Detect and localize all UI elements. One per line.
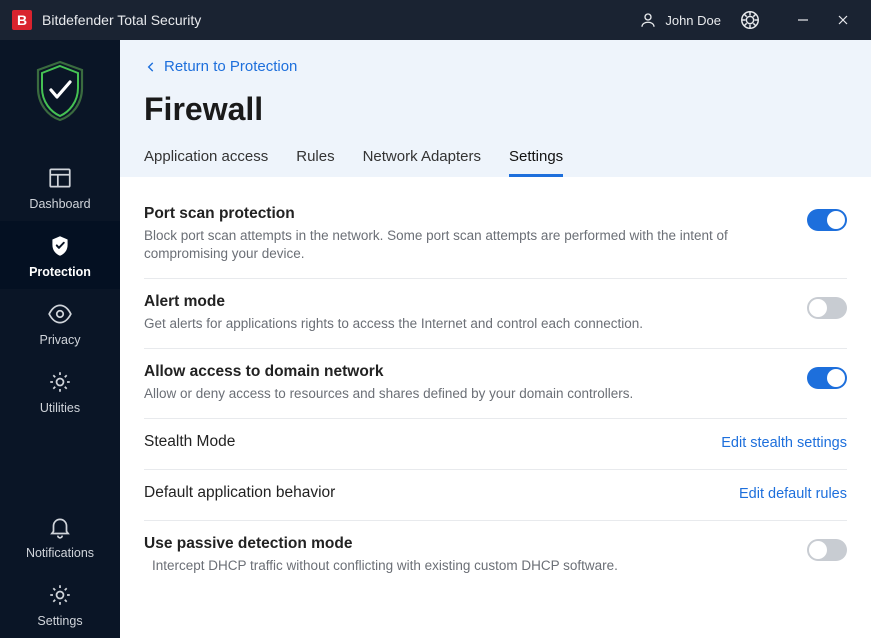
setting-row: Stealth Mode Edit stealth settings [144,419,847,470]
tab-settings[interactable]: Settings [509,142,563,177]
window-controls [783,0,863,40]
support-icon[interactable] [739,9,761,31]
setting-title: Use passive detection mode [144,535,787,553]
brand-shield-icon [32,58,88,129]
protection-icon [47,233,73,259]
sidebar-item-label: Protection [29,265,91,279]
action-link[interactable]: Edit default rules [739,486,847,502]
setting-row: Alert mode Get alerts for applications ri… [144,279,847,349]
setting-title: Allow access to domain network [144,363,787,381]
sidebar-item-label: Settings [37,614,82,628]
sidebar-item-utilities[interactable]: Utilities [0,357,120,425]
sidebar-item-protection[interactable]: Protection [0,221,120,289]
tab-application-access[interactable]: Application access [144,142,268,177]
app-title: Bitdefender Total Security [42,12,201,28]
toggle-switch[interactable] [807,539,847,561]
sidebar-item-label: Notifications [26,546,94,560]
user-name: John Doe [665,13,721,28]
setting-title: Stealth Mode [144,433,701,451]
setting-title: Default application behavior [144,484,719,502]
back-link-label: Return to Protection [164,58,297,75]
setting-row: Allow access to domain network Allow or d… [144,349,847,419]
setting-description: Intercept DHCP traffic without conflicti… [144,557,787,576]
tab-network-adapters[interactable]: Network Adapters [363,142,481,177]
main-content: Return to Protection Firewall Applicatio… [120,40,871,638]
content-header: Return to Protection Firewall Applicatio… [120,40,871,177]
bell-icon [47,514,73,540]
setting-row: Default application behavior Edit default… [144,470,847,521]
app-logo: B [12,10,32,30]
page-title: Firewall [144,91,847,128]
setting-title: Alert mode [144,293,787,311]
sidebar-item-label: Utilities [40,401,80,415]
sidebar: Dashboard Protection Privacy Utilities N… [0,40,120,638]
setting-description: Allow or deny access to resources and sh… [144,385,787,404]
sidebar-item-label: Privacy [40,333,81,347]
tab-rules[interactable]: Rules [296,142,334,177]
tabs: Application access Rules Network Adapter… [144,142,847,177]
dashboard-icon [47,165,73,191]
setting-description: Get alerts for applications rights to ac… [144,315,787,334]
sidebar-item-label: Dashboard [29,197,90,211]
user-account[interactable]: John Doe [639,11,721,29]
setting-row: Port scan protection Block port scan atte… [144,191,847,280]
setting-description: Block port scan attempts in the network.… [144,227,787,265]
utilities-icon [47,369,73,395]
gear-icon [47,582,73,608]
minimize-button[interactable] [783,0,823,40]
titlebar: B Bitdefender Total Security John Doe [0,0,871,40]
toggle-switch[interactable] [807,209,847,231]
toggle-switch[interactable] [807,297,847,319]
toggle-switch[interactable] [807,367,847,389]
chevron-left-icon [144,60,158,74]
action-link[interactable]: Edit stealth settings [721,435,847,451]
privacy-icon [47,301,73,327]
setting-title: Port scan protection [144,205,787,223]
user-icon [639,11,657,29]
sidebar-item-settings[interactable]: Settings [0,570,120,638]
sidebar-item-privacy[interactable]: Privacy [0,289,120,357]
sidebar-item-notifications[interactable]: Notifications [0,502,120,570]
close-button[interactable] [823,0,863,40]
setting-row: Use passive detection mode Intercept DHCP… [144,521,847,590]
back-link[interactable]: Return to Protection [144,58,297,75]
settings-list: Port scan protection Block port scan atte… [120,177,871,590]
sidebar-item-dashboard[interactable]: Dashboard [0,153,120,221]
